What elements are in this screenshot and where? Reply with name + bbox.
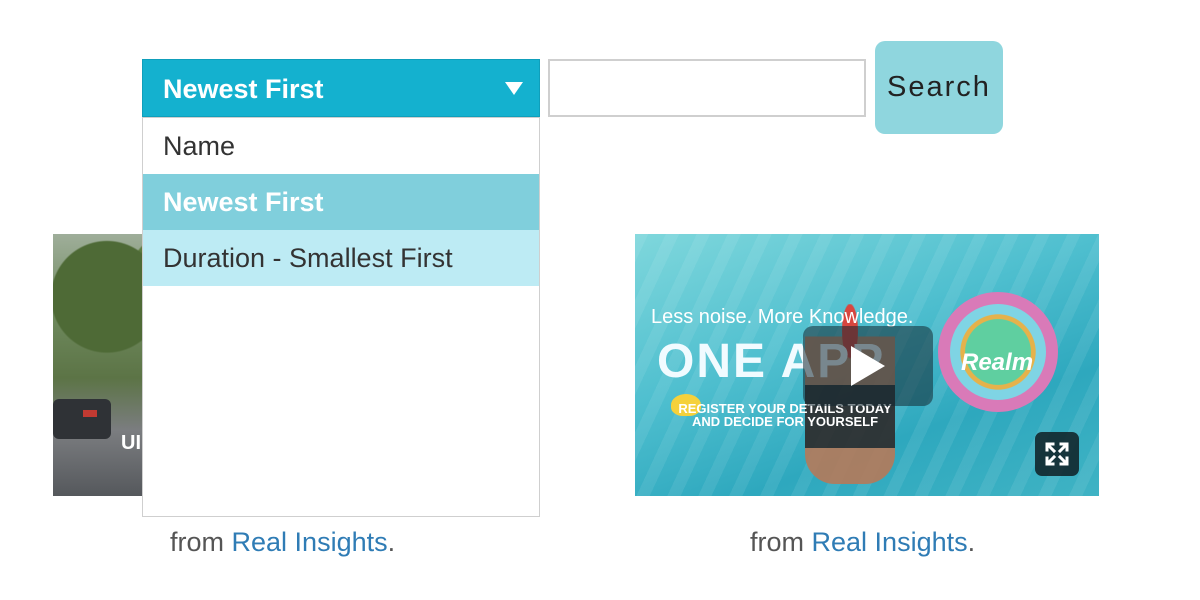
thumbnail-car bbox=[53, 399, 111, 439]
search-button[interactable]: Search bbox=[875, 41, 1003, 134]
sort-option-newest-first[interactable]: Newest First bbox=[143, 174, 539, 230]
sort-dropdown-menu: Name Newest First Duration - Smallest Fi… bbox=[142, 117, 540, 517]
play-button[interactable] bbox=[803, 326, 933, 406]
sort-option-name[interactable]: Name bbox=[143, 118, 539, 174]
caption-suffix: . bbox=[387, 527, 396, 557]
video-thumbnail-right[interactable]: Realm Less noise. More Knowledge. ONE AP… bbox=[635, 234, 1099, 496]
caption-prefix: from bbox=[750, 527, 812, 557]
sort-select-value: Newest First bbox=[163, 74, 324, 104]
sort-select[interactable]: Newest First bbox=[142, 59, 540, 117]
realm-logo-text: Realm bbox=[961, 349, 1034, 376]
search-input[interactable] bbox=[548, 59, 866, 117]
fullscreen-icon bbox=[1045, 442, 1069, 466]
video-caption-right: from Real Insights. bbox=[750, 527, 975, 558]
caption-suffix: . bbox=[967, 527, 976, 557]
source-link[interactable]: Real Insights bbox=[812, 527, 968, 557]
fullscreen-button[interactable] bbox=[1035, 432, 1079, 476]
thumbnail-overlay-text: UI bbox=[121, 432, 141, 454]
register-line-2: AND DECIDE FOR YOURSELF bbox=[691, 414, 879, 429]
source-link[interactable]: Real Insights bbox=[232, 527, 388, 557]
video-caption-left: from Real Insights. bbox=[170, 527, 395, 558]
play-icon bbox=[851, 346, 885, 386]
sort-option-duration-smallest-first[interactable]: Duration - Smallest First bbox=[143, 230, 539, 286]
thumbnail-car-light bbox=[83, 410, 97, 417]
chevron-down-icon bbox=[505, 82, 523, 95]
caption-prefix: from bbox=[170, 527, 232, 557]
